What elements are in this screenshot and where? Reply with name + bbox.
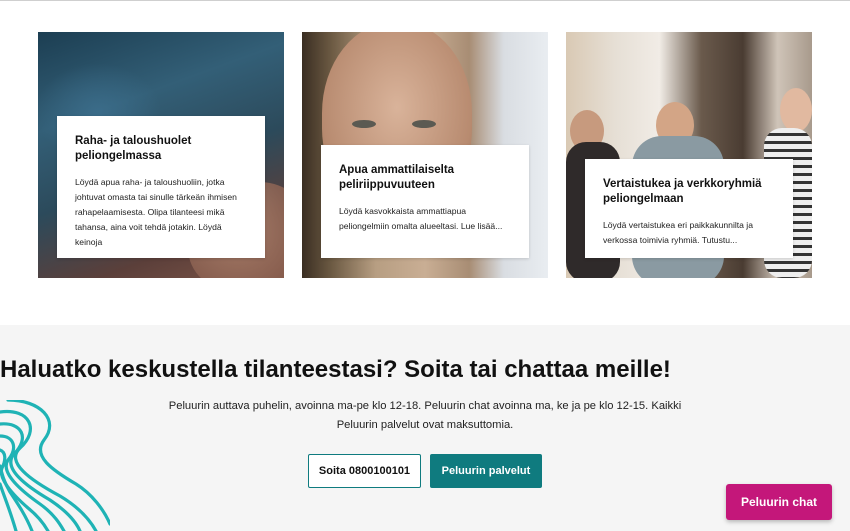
card-description: Löydä vertaistukea eri paikkakunnilta ja… <box>603 220 754 245</box>
card-money-worries[interactable]: Raha- ja taloushuolet peliongelmassa Löy… <box>38 32 284 278</box>
card-professional-help[interactable]: Apua ammattilaiselta peliriippuvuuteen L… <box>302 32 548 278</box>
card-title[interactable]: Raha- ja taloushuolet peliongelmassa <box>75 134 247 164</box>
card-peer-support[interactable]: Vertaistukea ja verkkoryhmiä peliongelma… <box>566 32 812 278</box>
wave-pattern-decoration <box>0 400 110 531</box>
card-description: Löydä kasvokkaista ammattiapua peliongel… <box>339 206 503 231</box>
card-panel: Vertaistukea ja verkkoryhmiä peliongelma… <box>585 159 793 258</box>
top-divider <box>0 0 850 1</box>
chat-button[interactable]: Peluurin chat <box>726 484 832 520</box>
card-description: Löydä apua raha- ja taloushuoliin, jotka… <box>75 177 237 247</box>
info-cards: Raha- ja taloushuolet peliongelmassa Löy… <box>38 32 812 278</box>
card-panel: Raha- ja taloushuolet peliongelmassa Löy… <box>57 116 265 258</box>
services-button[interactable]: Peluurin palvelut <box>430 454 542 488</box>
call-button[interactable]: Soita 0800100101 <box>308 454 421 488</box>
card-title[interactable]: Vertaistukea ja verkkoryhmiä peliongelma… <box>603 177 775 207</box>
card-title[interactable]: Apua ammattilaiselta peliriippuvuuteen <box>339 163 511 193</box>
contact-heading: Haluatko keskustella tilanteestasi? Soit… <box>0 356 671 383</box>
contact-description: Peluurin auttava puhelin, avoinna ma-pe … <box>168 400 682 431</box>
card-panel: Apua ammattilaiselta peliriippuvuuteen L… <box>321 145 529 258</box>
